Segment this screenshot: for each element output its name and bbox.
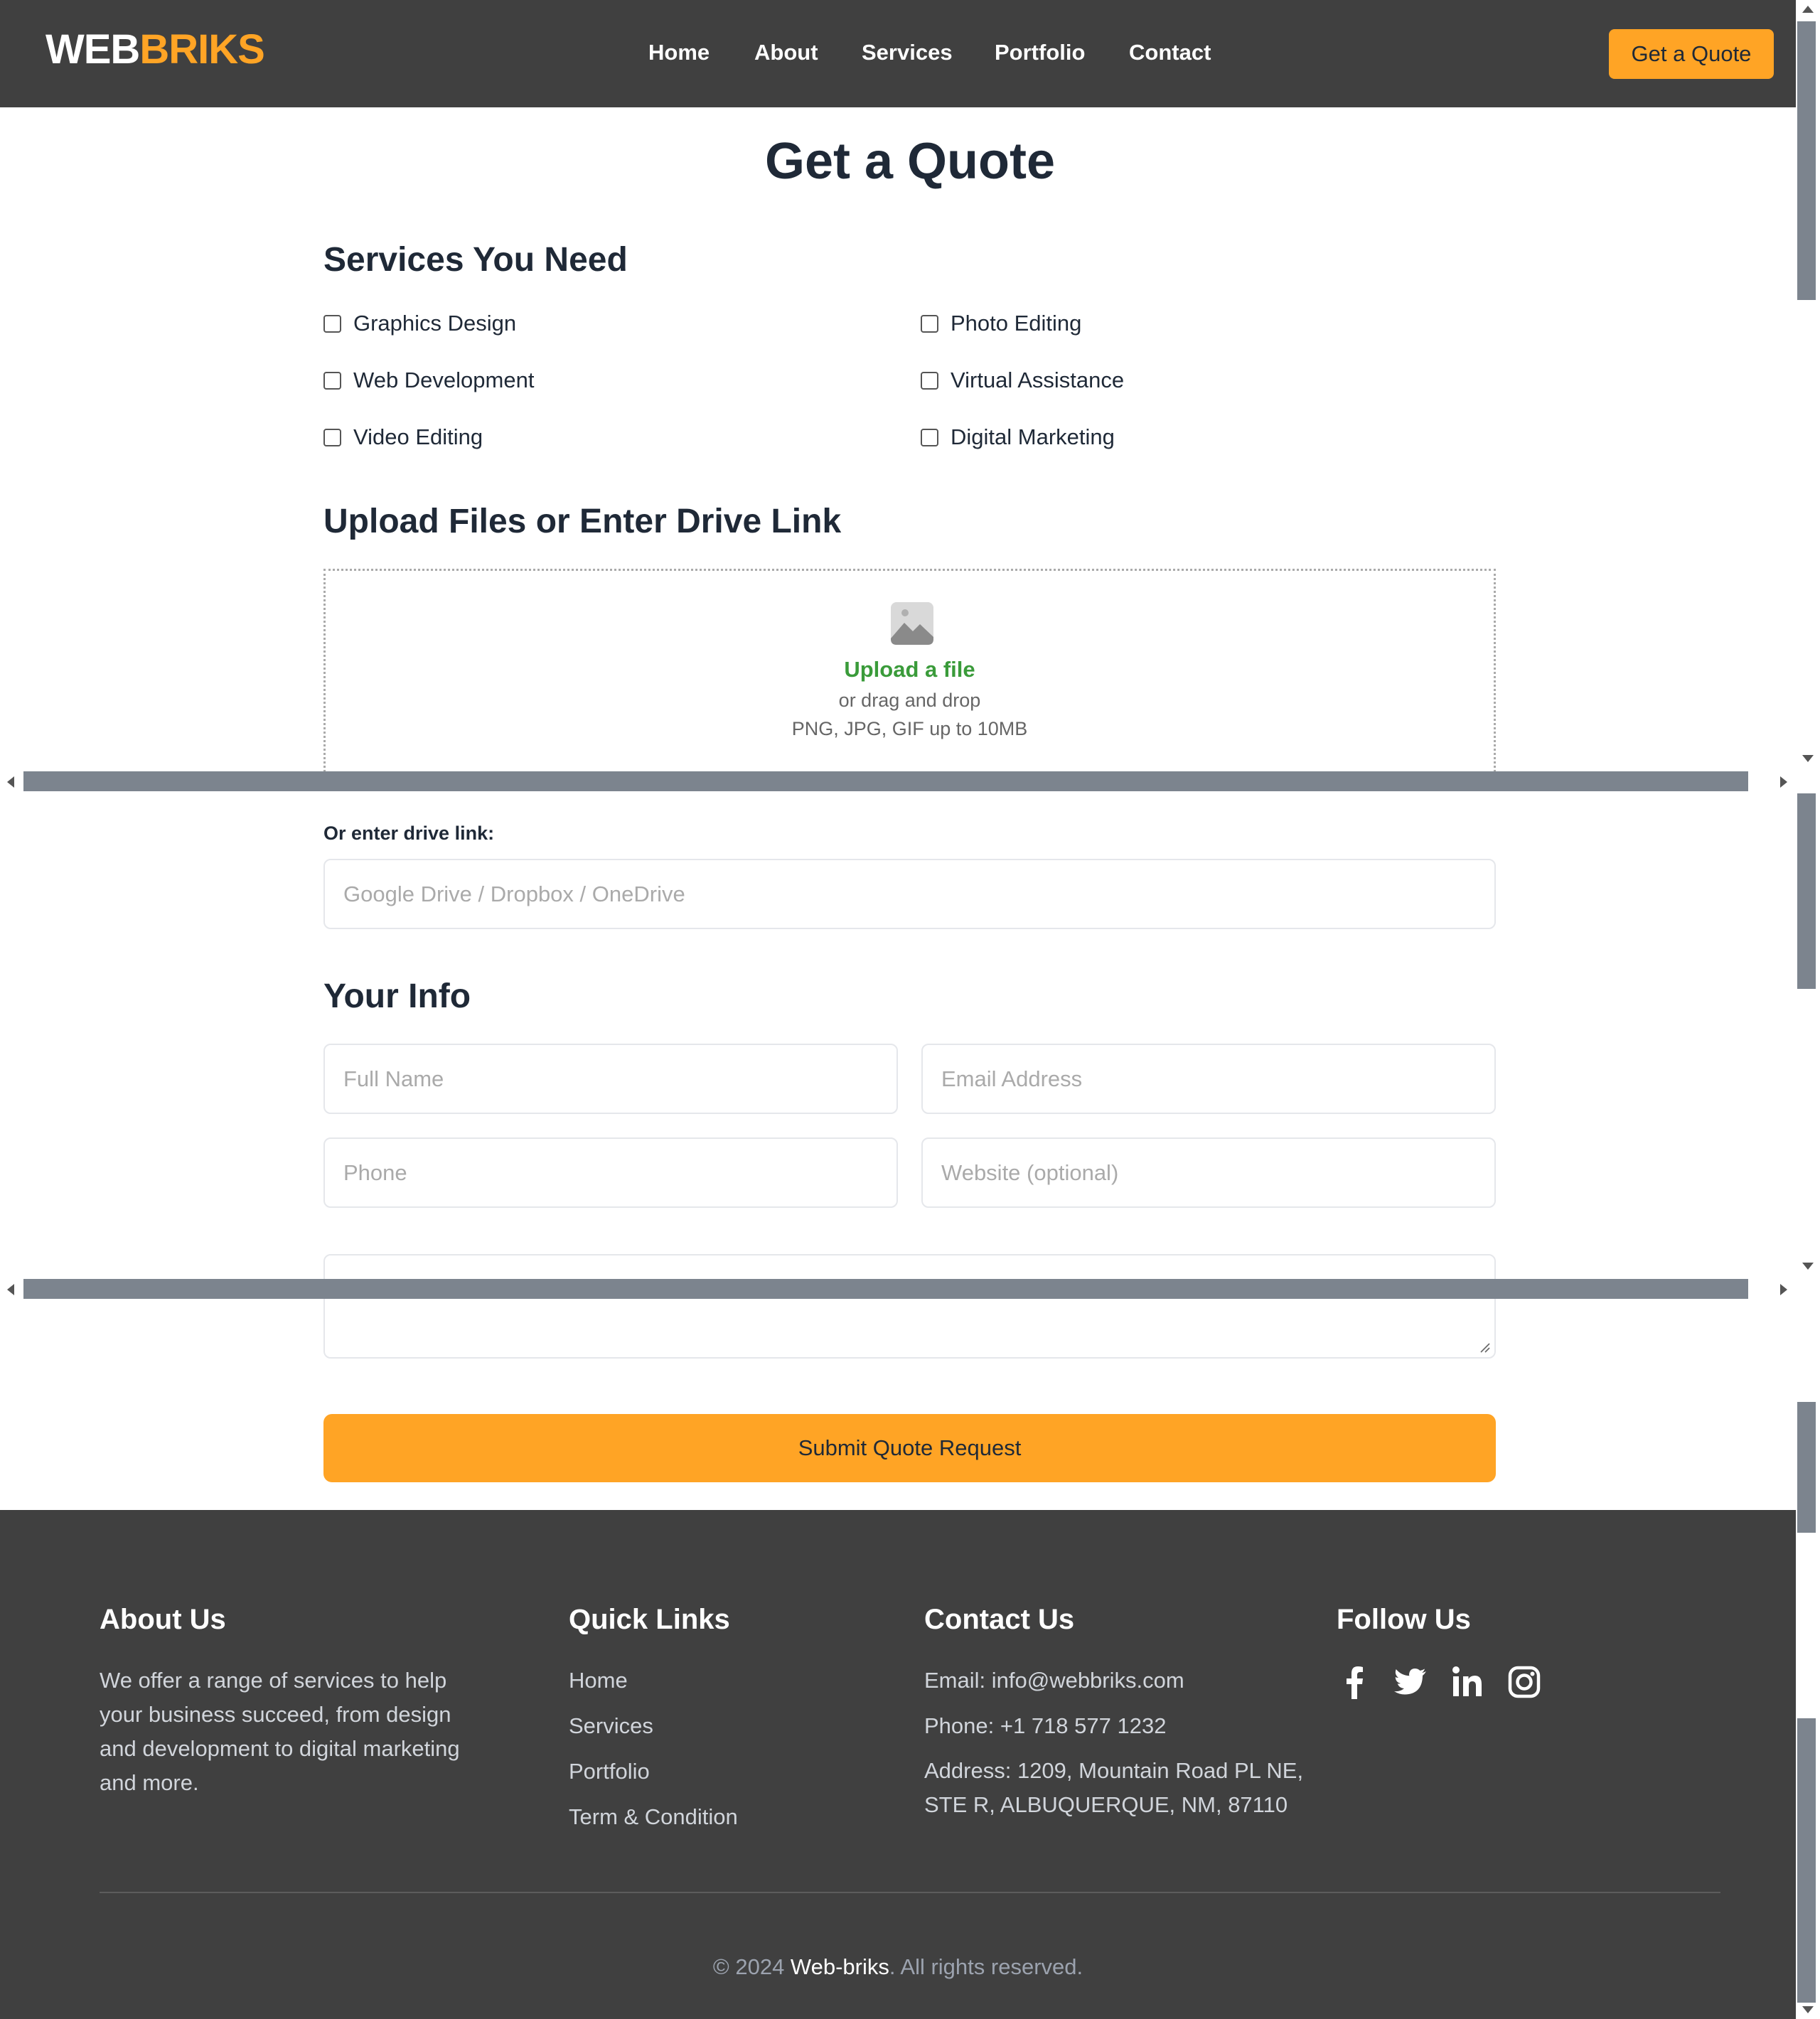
footer-links-heading: Quick Links (569, 1604, 730, 1635)
horizontal-scrollbar[interactable] (0, 1279, 1796, 1299)
footer-about-text: We offer a range of services to help you… (100, 1668, 460, 1795)
full-name-input[interactable]: Full Name (323, 1044, 898, 1114)
image-icon (891, 602, 933, 645)
service-option-graphics-design[interactable]: Graphics Design (323, 309, 516, 338)
logo-text-briks: BRIKS (139, 26, 264, 73)
horizontal-scrollbar[interactable] (0, 771, 1796, 791)
scroll-right-arrow-icon[interactable] (1780, 776, 1787, 788)
footer-about-heading: About Us (100, 1604, 226, 1635)
file-dropzone[interactable]: Upload a file or drag and drop PNG, JPG,… (323, 569, 1496, 772)
footer-contact-heading: Contact Us (924, 1604, 1075, 1635)
site-footer: About Us We offer a range of services to… (0, 1510, 1796, 2019)
service-label: Photo Editing (951, 311, 1082, 336)
copyright-suffix: . All rights reserved. (889, 1954, 1083, 1979)
email-input[interactable]: Email Address (921, 1044, 1496, 1114)
nav-home[interactable]: Home (648, 40, 710, 65)
scroll-left-arrow-icon[interactable] (7, 776, 14, 788)
file-format-hint: PNG, JPG, GIF up to 10MB (791, 718, 1028, 739)
service-label: Virtual Assistance (951, 368, 1125, 392)
upload-heading: Upload Files or Enter Drive Link (323, 503, 842, 540)
nav-contact[interactable]: Contact (1129, 40, 1211, 65)
copyright-prefix: © 2024 (712, 1954, 791, 1979)
checkbox[interactable] (921, 428, 938, 446)
message-textarea[interactable] (323, 1254, 1496, 1359)
scrollbar-thumb[interactable] (23, 771, 1748, 791)
submit-quote-button[interactable]: Submit Quote Request (323, 1414, 1496, 1482)
scroll-down-arrow-icon[interactable] (1802, 1263, 1814, 1270)
footer-follow-heading: Follow Us (1337, 1604, 1471, 1635)
copyright: © 2024 Web-briks. All rights reserved. (0, 1954, 1796, 1980)
page-title: Get a Quote (764, 133, 1056, 190)
services-heading: Services You Need (323, 241, 628, 279)
footer-link-services[interactable]: Services (569, 1713, 653, 1739)
nav-services[interactable]: Services (862, 40, 953, 65)
linkedin-icon[interactable] (1449, 1664, 1486, 1701)
site-header: WEBBRIKS Home About Services Portfolio C… (0, 0, 1796, 107)
service-option-photo-editing[interactable]: Photo Editing (921, 309, 1081, 338)
scrollbar-thumb[interactable] (1797, 21, 1816, 300)
nav-portfolio[interactable]: Portfolio (995, 40, 1085, 65)
phone-input[interactable]: Phone (323, 1137, 898, 1208)
vertical-scrollbar[interactable] (1796, 0, 1820, 2019)
scroll-down-arrow-icon[interactable] (1802, 755, 1814, 762)
footer-link-portfolio[interactable]: Portfolio (569, 1759, 650, 1784)
scrollbar-thumb[interactable] (1797, 793, 1816, 989)
your-info-heading: Your Info (323, 978, 471, 1015)
checkbox[interactable] (323, 428, 341, 446)
scroll-up-arrow-icon[interactable] (1802, 6, 1814, 13)
drive-link-label: Or enter drive link: (323, 823, 495, 844)
footer-email: Email: info@webbriks.com (924, 1668, 1184, 1693)
footer-link-terms[interactable]: Term & Condition (569, 1804, 738, 1830)
footer-phone: Phone: +1 718 577 1232 (924, 1713, 1167, 1738)
resize-grip-icon[interactable] (1479, 1341, 1490, 1353)
drive-link-input[interactable]: Google Drive / Dropbox / OneDrive (323, 859, 1496, 929)
website-input[interactable]: Website (optional) (921, 1137, 1496, 1208)
service-option-virtual-assistance[interactable]: Virtual Assistance (921, 366, 1124, 395)
twitter-icon[interactable] (1392, 1664, 1429, 1701)
checkbox[interactable] (921, 314, 938, 333)
instagram-icon[interactable] (1506, 1664, 1543, 1701)
service-label: Video Editing (353, 424, 483, 449)
service-label: Digital Marketing (951, 424, 1115, 449)
scroll-down-arrow-icon[interactable] (1802, 2006, 1814, 2013)
service-option-video-editing[interactable]: Video Editing (323, 423, 483, 451)
footer-divider (100, 1892, 1720, 1893)
service-label: Web Development (353, 368, 535, 392)
checkbox[interactable] (323, 314, 341, 333)
checkbox[interactable] (323, 371, 341, 390)
logo-text-web: WEB (46, 26, 140, 73)
scrollbar-thumb[interactable] (1797, 1402, 1816, 1533)
copyright-brand[interactable]: Web-briks (791, 1954, 889, 1979)
drag-drop-hint: or drag and drop (838, 690, 981, 711)
footer-address: Address: 1209, Mountain Road PL NE, STE … (924, 1758, 1304, 1817)
scrollbar-thumb[interactable] (1797, 1718, 1816, 2003)
upload-file-link[interactable]: Upload a file (326, 657, 1494, 682)
get-quote-button[interactable]: Get a Quote (1609, 29, 1774, 79)
nav-about[interactable]: About (754, 40, 818, 65)
scroll-left-arrow-icon[interactable] (7, 1284, 14, 1295)
service-label: Graphics Design (353, 311, 517, 336)
scrollbar-thumb[interactable] (23, 1279, 1748, 1299)
facebook-icon[interactable] (1337, 1664, 1374, 1701)
logo[interactable]: WEBBRIKS (46, 26, 265, 73)
service-option-web-development[interactable]: Web Development (323, 366, 534, 395)
service-option-digital-marketing[interactable]: Digital Marketing (921, 423, 1115, 451)
checkbox[interactable] (921, 371, 938, 390)
footer-link-home[interactable]: Home (569, 1668, 628, 1693)
scroll-right-arrow-icon[interactable] (1780, 1284, 1787, 1295)
